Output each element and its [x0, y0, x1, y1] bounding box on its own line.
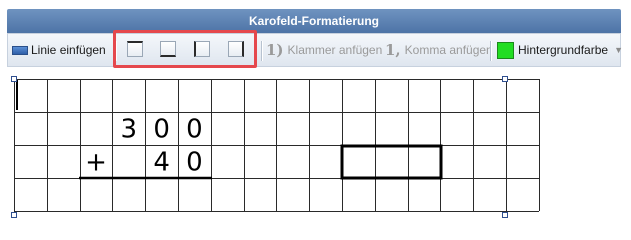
grid-canvas[interactable]: 3 0 0+ 4 0: [0, 0, 631, 225]
resize-handle-top-left[interactable]: [11, 76, 17, 82]
grid-cell-text: 0: [153, 115, 170, 145]
grid-cell-text: 3: [121, 115, 138, 145]
thick-border-selection: [340, 144, 443, 180]
grid-cell-text: 0: [186, 115, 203, 145]
resize-handle-bottom-right[interactable]: [502, 212, 508, 218]
grid-cell-text: 0: [186, 148, 203, 178]
grid-cell-text: 4: [153, 148, 170, 178]
resize-handle-bottom-left[interactable]: [11, 212, 17, 218]
grid-lines: [14, 79, 540, 212]
resize-handle-top-right[interactable]: [502, 76, 508, 82]
grid-cell-text: +: [85, 148, 107, 178]
